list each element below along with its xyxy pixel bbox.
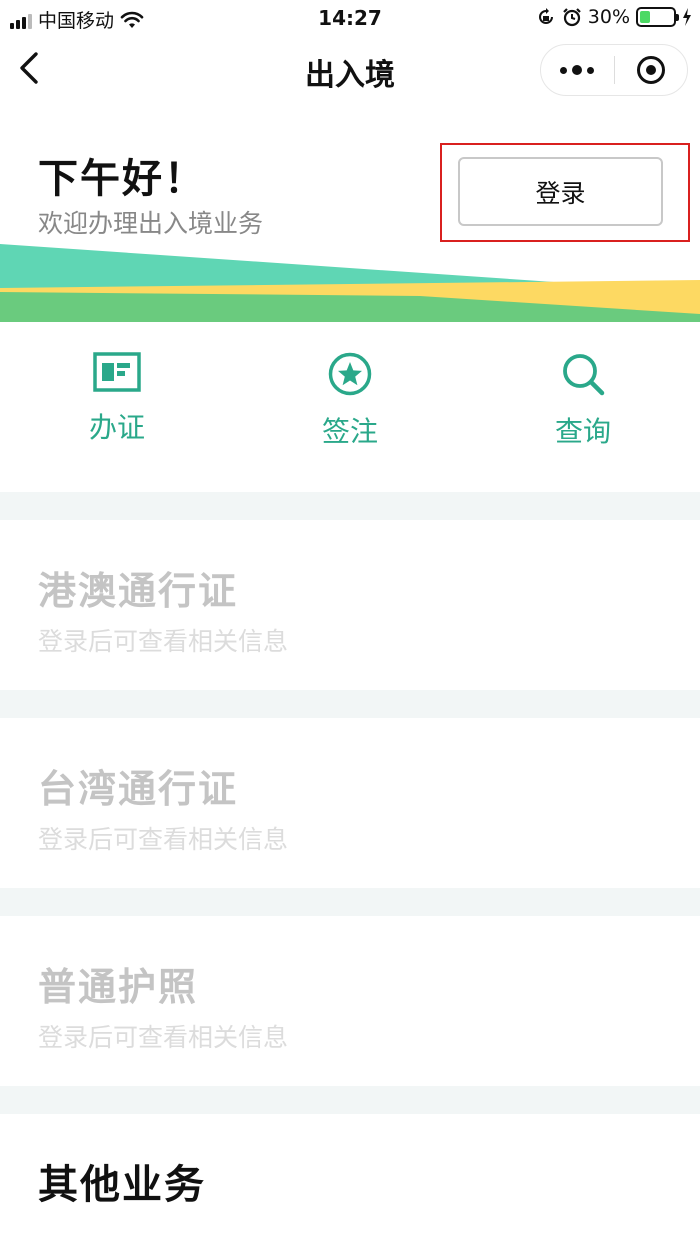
section-gap [0, 1086, 700, 1114]
action-label: 办证 [88, 411, 145, 444]
card-subtitle: 登录后可查看相关信息 [38, 1023, 289, 1052]
close-program-button[interactable] [615, 44, 688, 96]
card-title: 港澳通行证 [38, 569, 239, 613]
other-services-title: 其他业务 [38, 1162, 206, 1208]
more-dots-icon [560, 65, 595, 75]
greeting-text: 下午好！ [38, 156, 206, 202]
charging-icon [683, 8, 691, 26]
battery-fill [640, 11, 650, 23]
nav-bar: 出入境 [0, 36, 700, 100]
login-button[interactable]: 登录 [458, 157, 663, 226]
action-endorsement[interactable]: 签注 [270, 352, 430, 450]
quick-actions: 办证 签注 查询 [0, 322, 700, 492]
card-subtitle: 登录后可查看相关信息 [38, 627, 289, 656]
battery-icon [636, 7, 679, 27]
card-passport[interactable]: 普通护照 登录后可查看相关信息 [0, 916, 700, 1086]
star-circle-icon [328, 352, 372, 396]
status-right: 30% [536, 6, 692, 28]
card-hk-macau-permit[interactable]: 港澳通行证 登录后可查看相关信息 [0, 520, 700, 690]
status-bar: 中国移动 14:27 30% [0, 0, 700, 36]
section-gap [0, 888, 700, 916]
card-taiwan-permit[interactable]: 台湾通行证 登录后可查看相关信息 [0, 718, 700, 888]
mini-program-capsule [540, 44, 688, 96]
target-icon [636, 56, 665, 84]
alarm-icon [562, 8, 581, 27]
card-subtitle: 登录后可查看相关信息 [38, 825, 289, 854]
more-button[interactable] [541, 44, 614, 96]
action-query[interactable]: 查询 [503, 352, 663, 450]
rotation-lock-icon [538, 8, 553, 24]
search-icon [563, 354, 605, 396]
header-wave-decoration [0, 244, 700, 324]
action-label: 查询 [554, 415, 611, 448]
id-card-icon [93, 352, 141, 392]
card-title: 台湾通行证 [38, 767, 239, 811]
section-gap [0, 690, 700, 718]
card-title: 普通护照 [38, 965, 199, 1009]
action-label: 签注 [321, 415, 378, 448]
battery-percent: 30% [587, 6, 630, 28]
greeting-subtitle: 欢迎办理出入境业务 [38, 209, 264, 238]
section-gap [0, 492, 700, 520]
action-apply-card[interactable]: 办证 [37, 352, 197, 446]
